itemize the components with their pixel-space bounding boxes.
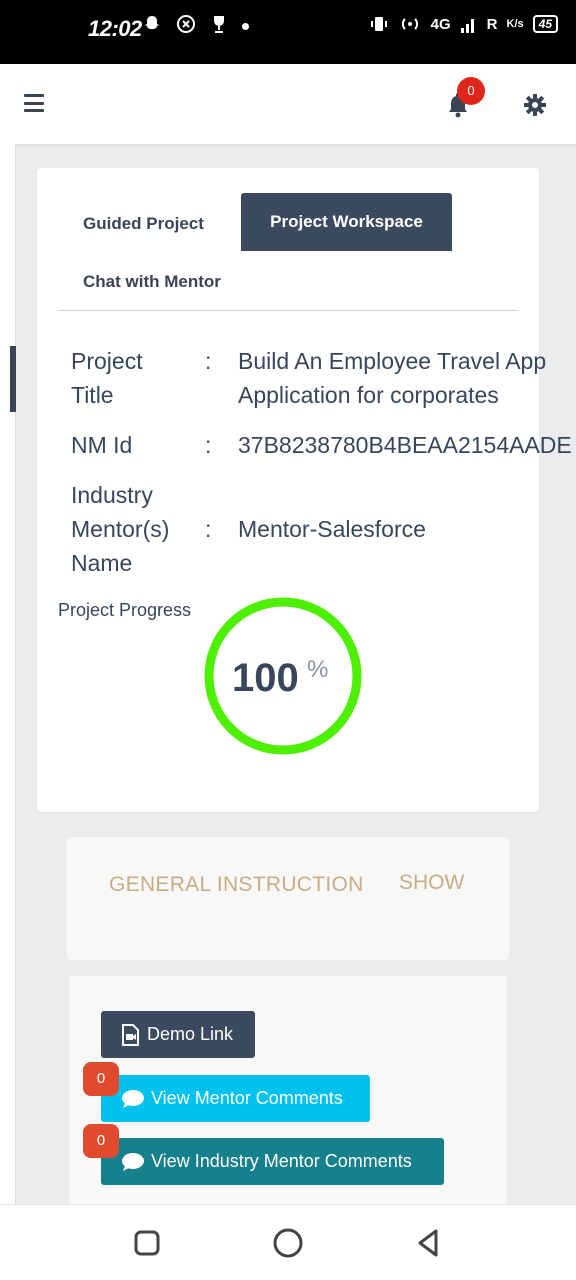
actions-panel: Demo Link View Mentor Comments View Indu… <box>69 976 507 1206</box>
mentor-value: Mentor-Salesforce <box>238 516 426 542</box>
menu-icon[interactable] <box>24 94 44 112</box>
project-title-label-line2: Title <box>71 382 114 408</box>
nm-id-label: NM Id <box>71 432 133 458</box>
mentor-label-line3: Name <box>71 550 133 576</box>
nm-id-colon: : <box>205 432 212 458</box>
general-instruction-title: GENERAL INSTRUCTION <box>109 873 364 896</box>
progress-label: Project Progress <box>58 600 192 620</box>
sidebar-edge[interactable] <box>0 144 16 1204</box>
video-file-icon <box>122 1023 139 1046</box>
demo-link-label: Demo Link <box>147 1024 234 1044</box>
app-header <box>0 64 576 144</box>
mentor-label-line2: Mentor(s) <box>71 516 170 542</box>
tab-divider <box>58 310 518 311</box>
demo-link-button[interactable]: Demo Link <box>101 1011 255 1058</box>
signal-icon <box>460 19 474 33</box>
project-card: Guided Project Project Workspace Chat wi… <box>37 168 572 812</box>
mentor-colon: : <box>205 516 212 542</box>
nm-id-value: 37B8238780B4BEAA2154AADE <box>238 432 572 458</box>
view-industry-mentor-comments-button[interactable]: View Industry Mentor Comments <box>101 1138 444 1185</box>
tab-project-workspace[interactable]: Project Workspace <box>241 193 452 251</box>
back-icon[interactable] <box>412 1227 444 1259</box>
sidebar-active-marker <box>10 346 16 412</box>
project-title-value-line1: Build An Employee Travel App <box>238 348 547 374</box>
battery-icon: 45 <box>532 15 558 33</box>
show-instruction-toggle[interactable]: SHOW <box>399 871 464 895</box>
view-industry-mentor-comments-label: View Industry Mentor Comments <box>151 1151 412 1171</box>
view-mentor-comments-label: View Mentor Comments <box>151 1088 343 1108</box>
progress-unit: % <box>307 656 329 683</box>
project-title-colon: : <box>205 348 212 374</box>
progress-value: 100 <box>232 656 299 700</box>
status-time: 12:02 <box>88 16 142 41</box>
project-title-label-line1: Project <box>71 348 143 374</box>
status-notification-icons <box>142 14 249 34</box>
system-nav-bar <box>0 1204 576 1280</box>
hotspot-icon <box>401 18 418 30</box>
industry-comments-count-badge: 0 <box>83 1124 119 1158</box>
mentor-label-line1: Industry <box>71 482 153 508</box>
mentor-comments-count-badge: 0 <box>83 1062 119 1096</box>
trophy-icon <box>214 16 224 33</box>
data-speed: K/s <box>506 18 524 30</box>
comment-icon <box>122 1152 144 1171</box>
snapchat-icon <box>145 16 159 29</box>
tab-guided-project[interactable]: Guided Project <box>83 214 204 234</box>
tab-chat-with-mentor[interactable]: Chat with Mentor <box>83 272 221 292</box>
status-system-icons: 4G R K/s 45 <box>369 14 558 34</box>
more-notifications-dot <box>242 22 249 30</box>
recent-apps-icon[interactable] <box>131 1227 163 1259</box>
view-mentor-comments-button[interactable]: View Mentor Comments <box>101 1075 370 1122</box>
comment-icon <box>122 1089 144 1108</box>
shazam-icon <box>177 15 195 33</box>
status-bar: 12:02 4G R K/s 45 <box>0 0 576 64</box>
general-instruction-panel: GENERAL INSTRUCTION SHOW <box>67 837 509 960</box>
vibrate-icon <box>370 17 387 31</box>
notification-badge: 0 <box>457 77 485 105</box>
home-icon[interactable] <box>272 1227 304 1259</box>
project-title-value-line2: Application for corporates <box>238 382 499 408</box>
network-type: 4G <box>430 15 451 33</box>
roaming-indicator: R <box>486 15 498 33</box>
gear-icon[interactable] <box>522 92 548 118</box>
